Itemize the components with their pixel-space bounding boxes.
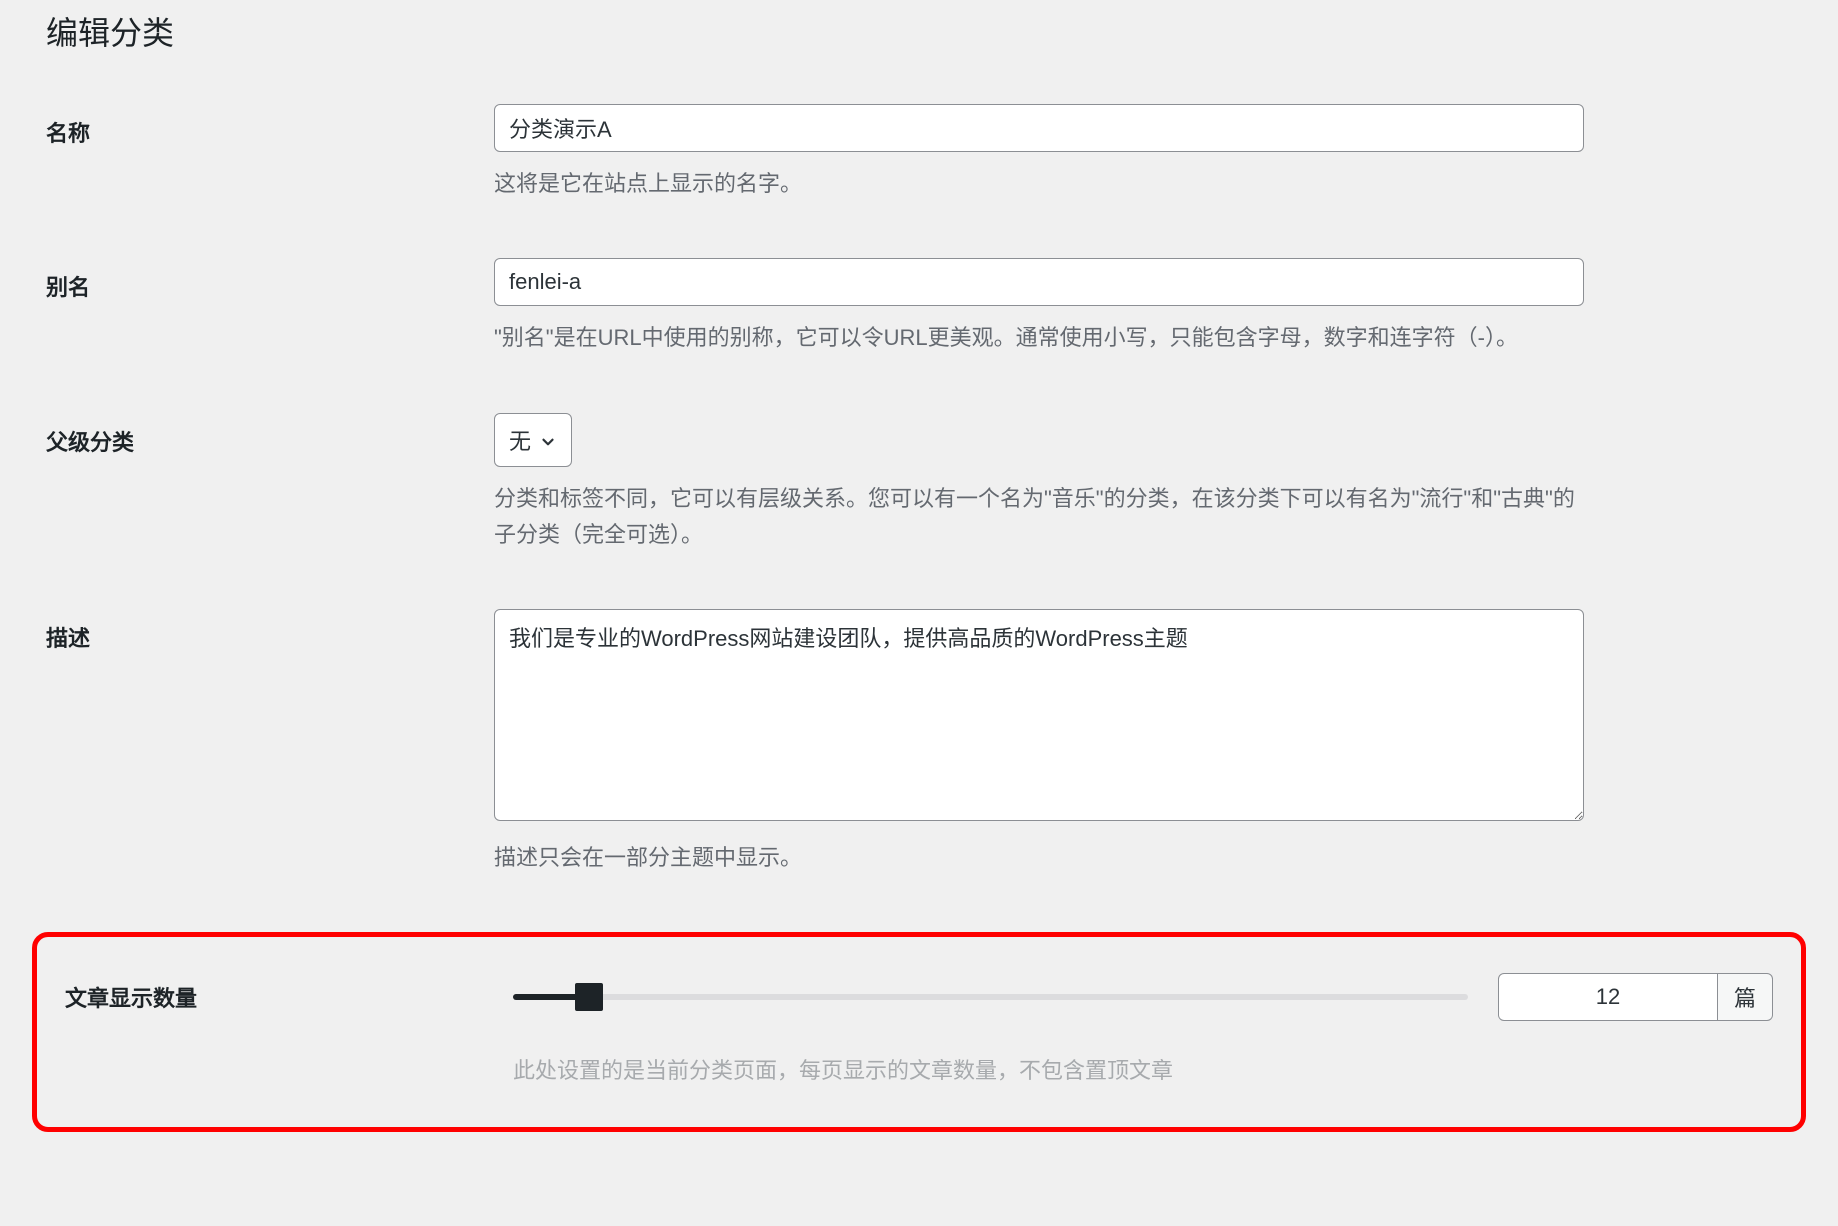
post-count-value-input[interactable] [1498, 973, 1718, 1021]
name-input[interactable] [494, 104, 1584, 152]
parent-select-value: 无 [509, 424, 531, 456]
field-row-post-count: 文章显示数量 篇 [65, 973, 1773, 1021]
parent-select[interactable]: 无 [494, 413, 572, 467]
post-count-label: 文章显示数量 [65, 981, 513, 1013]
field-row-slug: 别名 "别名"是在URL中使用的别称，它可以令URL更美观。通常使用小写，只能包… [32, 258, 1806, 356]
description-textarea[interactable] [494, 609, 1584, 821]
chevron-down-icon [539, 431, 557, 449]
parent-help-text: 分类和标签不同，它可以有层级关系。您可以有一个名为"音乐"的分类，在该分类下可以… [494, 481, 1584, 554]
description-label: 描述 [46, 609, 494, 653]
field-row-name: 名称 这将是它在站点上显示的名字。 [32, 104, 1806, 202]
field-row-description: 描述 描述只会在一部分主题中显示。 [32, 609, 1806, 876]
description-help-text: 描述只会在一部分主题中显示。 [494, 840, 1584, 876]
post-count-unit: 篇 [1718, 973, 1773, 1021]
slider-thumb[interactable] [575, 983, 603, 1011]
slug-input[interactable] [494, 258, 1584, 306]
slug-label: 别名 [46, 258, 494, 302]
name-label: 名称 [46, 104, 494, 148]
highlighted-post-count-section: 文章显示数量 篇 此处设置的是当前分类页面，每页显示的文章数量，不包含置顶文章 [32, 932, 1806, 1132]
post-count-slider[interactable] [513, 994, 1468, 1000]
name-help-text: 这将是它在站点上显示的名字。 [494, 166, 1584, 202]
page-title: 编辑分类 [32, 0, 1806, 54]
slug-help-text: "别名"是在URL中使用的别称，它可以令URL更美观。通常使用小写，只能包含字母… [494, 320, 1584, 356]
post-count-help-text: 此处设置的是当前分类页面，每页显示的文章数量，不包含置顶文章 [513, 1053, 1773, 1085]
parent-label: 父级分类 [46, 413, 494, 457]
field-row-parent: 父级分类 无 分类和标签不同，它可以有层级关系。您可以有一个名为"音乐"的分类，… [32, 413, 1806, 554]
